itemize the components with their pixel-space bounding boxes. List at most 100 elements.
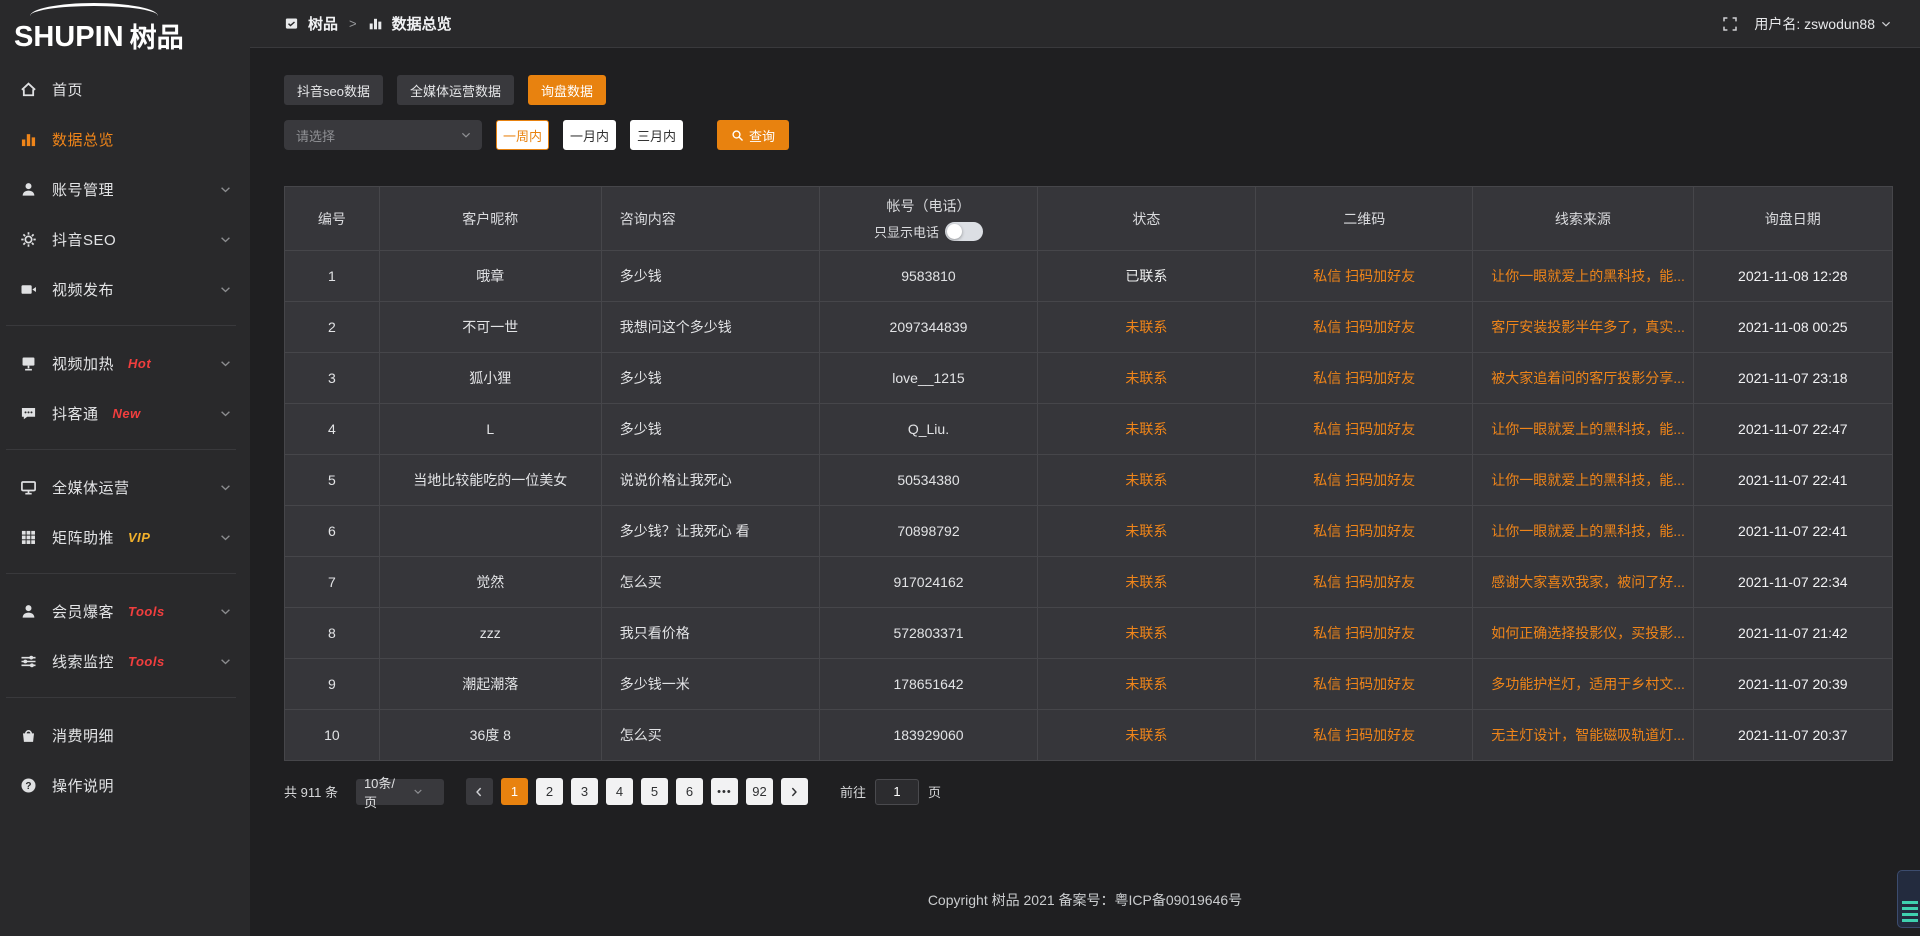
sidebar-item[interactable]: 会员爆客 Tools [0, 586, 250, 636]
table-row: 4 L 多少钱 Q_Liu. 未联系 私信 扫码加好友 让你一眼就爱上的黑科技，… [285, 404, 1893, 455]
grid-icon [20, 529, 37, 546]
range-buttons: 一周内 一月内 三月内 [494, 120, 683, 150]
page-buttons: 1 2 3 4 5 6 ••• 92 [501, 778, 773, 805]
cell-source-link[interactable]: 感谢大家喜欢我家，被问了好... [1473, 557, 1693, 608]
cell-source-link[interactable]: 无主灯设计，智能磁吸轨道灯... [1473, 710, 1693, 761]
breadcrumb-root[interactable]: 树品 [308, 13, 338, 34]
account-select[interactable]: 请选择 [284, 120, 482, 150]
cell-status: 未联系 [1037, 455, 1256, 506]
sidebar-nav: 首页 数据总览 账号管理 抖音SEO [0, 52, 250, 810]
goto-page-input[interactable] [875, 779, 919, 805]
cell-nickname: zzz [379, 608, 601, 659]
cell-qr-action[interactable]: 私信 扫码加好友 [1256, 710, 1473, 761]
col-header-date: 询盘日期 [1693, 187, 1892, 251]
range-button[interactable]: 三月内 [630, 120, 683, 150]
goto-suffix: 页 [928, 782, 941, 801]
sidebar-item-badge: Hot [128, 356, 151, 371]
sidebar-item[interactable]: 首页 [0, 64, 250, 114]
tab-button[interactable]: 抖音seo数据 [284, 75, 383, 105]
prev-icon [473, 786, 485, 798]
wallet-icon [20, 727, 37, 744]
cell-source-link[interactable]: 让你一眼就爱上的黑科技，能... [1473, 455, 1693, 506]
page-button[interactable]: 6 [676, 778, 703, 805]
col-header-qrcode: 二维码 [1256, 187, 1473, 251]
page-button[interactable]: 2 [536, 778, 563, 805]
user-menu[interactable]: 用户名: zswodun88 [1754, 14, 1892, 34]
sidebar-item[interactable]: 全媒体运营 [0, 462, 250, 512]
cell-qr-action[interactable]: 私信 扫码加好友 [1256, 251, 1473, 302]
page-button[interactable]: 1 [501, 778, 528, 805]
page-button[interactable]: 92 [746, 778, 773, 805]
chevron-down-icon [219, 481, 232, 494]
cell-account: 9583810 [820, 251, 1037, 302]
help-icon: ? [20, 777, 37, 794]
cell-source-link[interactable]: 如何正确选择投影仪，买投影... [1473, 608, 1693, 659]
cell-content: 怎么买 [601, 710, 820, 761]
sidebar-item[interactable]: 矩阵助推 VIP [0, 512, 250, 562]
cell-content: 多少钱一米 [601, 659, 820, 710]
search-button[interactable]: 查询 [717, 120, 789, 150]
cell-source-link[interactable]: 被大家追着问的客厅投影分享... [1473, 353, 1693, 404]
cell-nickname: 狐小狸 [379, 353, 601, 404]
username-label: 用户名: zswodun88 [1754, 14, 1875, 34]
table-row: 10 36度 8 怎么买 183929060 未联系 私信 扫码加好友 无主灯设… [285, 710, 1893, 761]
sidebar-item[interactable]: ? 操作说明 [0, 760, 250, 810]
next-page-button[interactable] [781, 778, 808, 805]
sidebar-item[interactable]: 抖客通 New [0, 388, 250, 438]
chevron-down-icon [219, 655, 232, 668]
side-float-widget[interactable] [1897, 870, 1920, 928]
cell-qr-action[interactable]: 私信 扫码加好友 [1256, 302, 1473, 353]
page-button[interactable]: 4 [606, 778, 633, 805]
col-header-source: 线索来源 [1473, 187, 1693, 251]
sidebar-item-label: 抖客通 [52, 403, 99, 424]
cell-no: 6 [285, 506, 380, 557]
cell-qr-action[interactable]: 私信 扫码加好友 [1256, 404, 1473, 455]
cell-qr-action[interactable]: 私信 扫码加好友 [1256, 353, 1473, 404]
tab-button[interactable]: 询盘数据 [528, 75, 606, 105]
cell-source-link[interactable]: 多功能护栏灯，适用于乡村文... [1473, 659, 1693, 710]
range-button[interactable]: 一月内 [563, 120, 616, 150]
user-icon [20, 181, 37, 198]
cell-qr-action[interactable]: 私信 扫码加好友 [1256, 506, 1473, 557]
sidebar-item-label: 操作说明 [52, 775, 114, 796]
sidebar-item[interactable]: 线索监控 Tools [0, 636, 250, 686]
cell-qr-action[interactable]: 私信 扫码加好友 [1256, 608, 1473, 659]
cell-source-link[interactable]: 客厅安装投影半年多了，真实... [1473, 302, 1693, 353]
col-header-no: 编号 [285, 187, 380, 251]
cell-date: 2021-11-07 22:41 [1693, 506, 1892, 557]
cell-account: 2097344839 [820, 302, 1037, 353]
breadcrumb-current: 数据总览 [392, 13, 452, 34]
table-row: 5 当地比较能吃的一位美女 说说价格让我死心 50534380 未联系 私信 扫… [285, 455, 1893, 506]
chevron-down-icon [1880, 18, 1892, 30]
sidebar-item[interactable]: 视频加热 Hot [0, 338, 250, 388]
cell-source-link[interactable]: 让你一眼就爱上的黑科技，能... [1473, 251, 1693, 302]
sidebar-item[interactable]: 数据总览 [0, 114, 250, 164]
phone-only-toggle[interactable] [945, 222, 983, 241]
sidebar-item[interactable]: 视频发布 [0, 264, 250, 314]
page-button[interactable]: ••• [711, 778, 738, 805]
fullscreen-icon[interactable] [1722, 16, 1738, 32]
monitor-icon [20, 479, 37, 496]
tab-button[interactable]: 全媒体运营数据 [397, 75, 514, 105]
sidebar-item[interactable]: 抖音SEO [0, 214, 250, 264]
table-header-row: 编号 客户昵称 咨询内容 帐号（电话） 只显示电话 状态 二维码 [285, 187, 1893, 251]
cell-source-link[interactable]: 让你一眼就爱上的黑科技，能... [1473, 506, 1693, 557]
cell-qr-action[interactable]: 私信 扫码加好友 [1256, 557, 1473, 608]
cell-source-link[interactable]: 让你一眼就爱上的黑科技，能... [1473, 404, 1693, 455]
cell-status: 未联系 [1037, 404, 1256, 455]
gear-icon [20, 231, 37, 248]
sidebar-item[interactable]: 账号管理 [0, 164, 250, 214]
bar-chart-icon [20, 131, 37, 148]
cell-qr-action[interactable]: 私信 扫码加好友 [1256, 659, 1473, 710]
cell-content: 多少钱 [601, 353, 820, 404]
table-row: 2 不可一世 我想问这个多少钱 2097344839 未联系 私信 扫码加好友 … [285, 302, 1893, 353]
page-button[interactable]: 5 [641, 778, 668, 805]
page-button[interactable]: 3 [571, 778, 598, 805]
page-size-select[interactable]: 10条/页 [356, 779, 444, 805]
range-button[interactable]: 一周内 [496, 120, 549, 150]
sidebar-item[interactable]: 消费明细 [0, 710, 250, 760]
sidebar-item-label: 线索监控 [52, 651, 114, 672]
cell-date: 2021-11-07 20:37 [1693, 710, 1892, 761]
prev-page-button[interactable] [466, 778, 493, 805]
cell-qr-action[interactable]: 私信 扫码加好友 [1256, 455, 1473, 506]
